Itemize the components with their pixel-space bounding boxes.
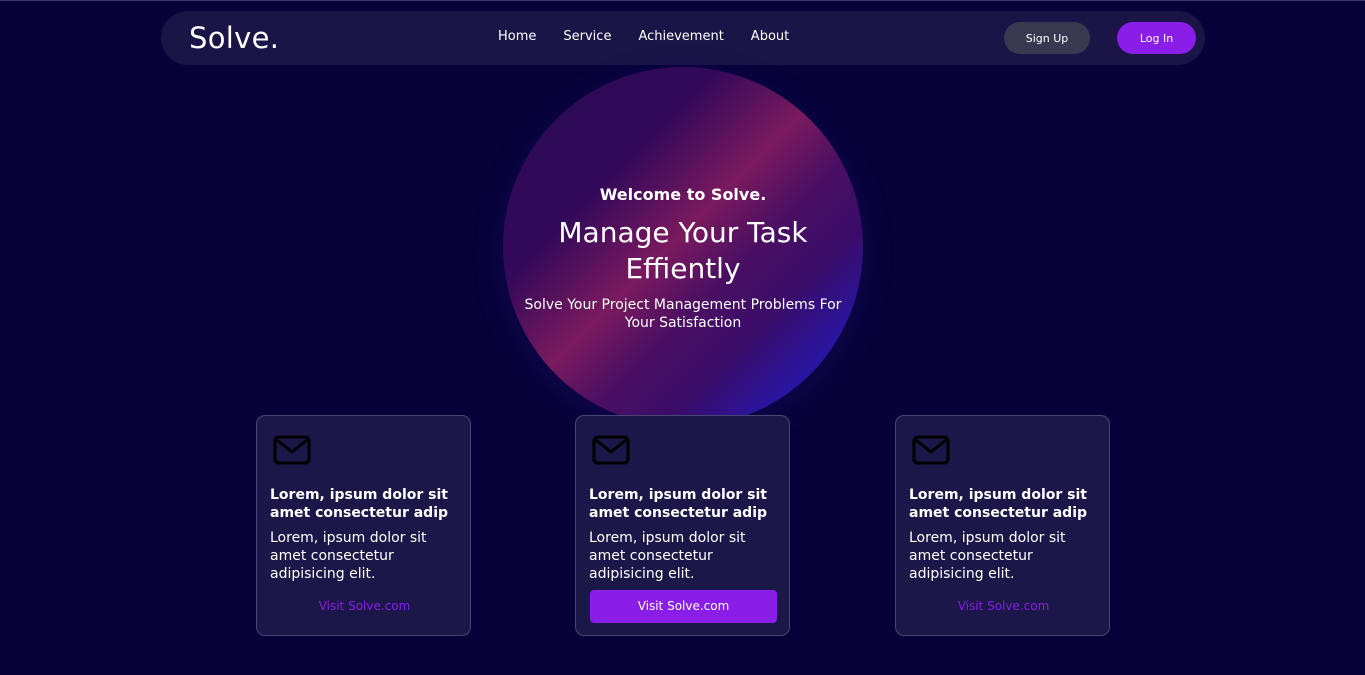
visit-button[interactable]: Visit Solve.com: [590, 590, 777, 623]
nav-link-about[interactable]: About: [751, 29, 789, 45]
feature-card: Lorem, ipsum dolor sit amet consectetur …: [895, 415, 1110, 636]
feature-card: Lorem, ipsum dolor sit amet consectetur …: [575, 415, 790, 636]
hero-welcome: Welcome to Solve.: [599, 185, 767, 204]
nav-link-service[interactable]: Service: [563, 29, 611, 45]
card-title: Lorem, ipsum dolor sit amet consectetur …: [270, 487, 449, 521]
visit-link[interactable]: Visit Solve.com: [910, 590, 1097, 623]
log-in-button[interactable]: Log In: [1117, 22, 1196, 54]
hero-title: Manage Your Task Effiently: [558, 216, 808, 285]
visit-link[interactable]: Visit Solve.com: [271, 590, 458, 623]
card-body: Lorem, ipsum dolor sit amet consectetur …: [909, 530, 1066, 582]
card-title: Lorem, ipsum dolor sit amet consectetur …: [909, 487, 1088, 521]
navbar: Solve. Home Service Achievement About Si…: [161, 11, 1205, 65]
card-title: Lorem, ipsum dolor sit amet consectetur …: [589, 487, 768, 521]
envelope-icon: [592, 435, 630, 465]
sign-up-button[interactable]: Sign Up: [1004, 22, 1090, 54]
nav-link-home[interactable]: Home: [498, 29, 536, 45]
logo[interactable]: Solve.: [189, 21, 279, 55]
card-body: Lorem, ipsum dolor sit amet consectetur …: [589, 530, 746, 582]
card-body: Lorem, ipsum dolor sit amet consectetur …: [270, 530, 427, 582]
nav-links: Home Service Achievement About: [498, 29, 816, 45]
nav-link-achievement[interactable]: Achievement: [638, 29, 723, 45]
hero-subtitle: Solve Your Project Management Problems F…: [524, 297, 842, 331]
hero: Welcome to Solve. Manage Your Task Effie…: [503, 67, 863, 427]
envelope-icon: [273, 435, 311, 465]
feature-card: Lorem, ipsum dolor sit amet consectetur …: [256, 415, 471, 636]
page: Solve. Home Service Achievement About Si…: [0, 0, 1365, 675]
envelope-icon: [912, 435, 950, 465]
